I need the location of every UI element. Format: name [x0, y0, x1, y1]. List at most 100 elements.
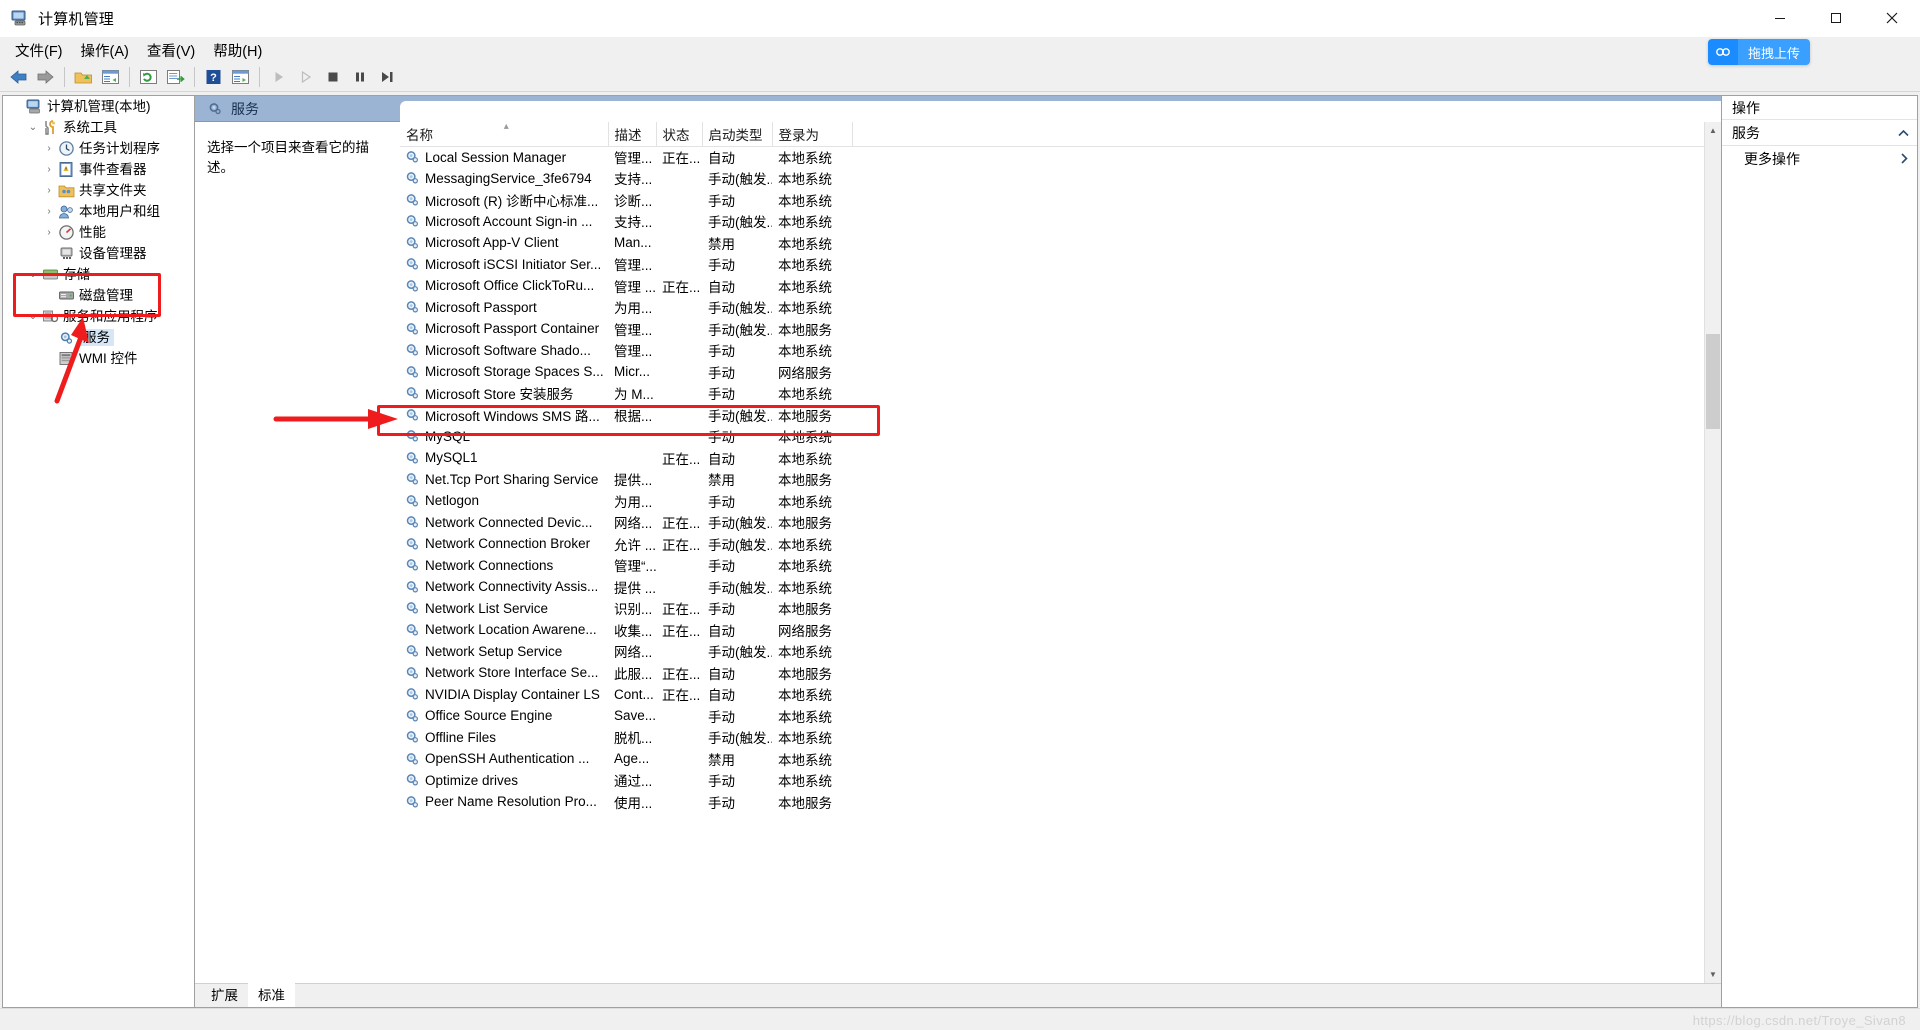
show-hide-console-tree-button[interactable]: [98, 65, 123, 90]
menu-action[interactable]: 操作(A): [72, 37, 138, 64]
tree-item-8[interactable]: ⌄ 存储: [3, 264, 194, 285]
scroll-up-arrow[interactable]: ▲: [1705, 122, 1721, 139]
table-row[interactable]: Microsoft Store 安装服务 为 M... 手动 本地系统: [400, 383, 1721, 405]
cell-filler: [852, 727, 1721, 749]
back-button[interactable]: [6, 65, 31, 90]
maximize-button[interactable]: [1808, 0, 1864, 37]
table-row[interactable]: Microsoft Passport 为用... 手动(触发... 本地系统: [400, 297, 1721, 319]
table-row[interactable]: Microsoft App-V Client Man... 禁用 本地系统: [400, 232, 1721, 254]
scroll-thumb[interactable]: [1706, 334, 1720, 429]
tree-item-12[interactable]: WMI 控件: [3, 348, 194, 369]
table-row[interactable]: Microsoft Windows SMS 路... 根据... 手动(触发... 本…: [400, 404, 1721, 426]
export-list-button[interactable]: [163, 65, 188, 90]
table-row[interactable]: Network Connectivity Assis... 提供 ... 手动(触发…: [400, 576, 1721, 598]
expander-icon[interactable]: ›: [41, 225, 57, 241]
close-button[interactable]: [1864, 0, 1920, 37]
table-row[interactable]: Local Session Manager 管理... 正在... 自动 本地系统: [400, 146, 1721, 168]
resume-service-button[interactable]: [293, 65, 318, 90]
chevron-up-icon[interactable]: [1898, 125, 1909, 141]
console-tree[interactable]: 计算机管理(本地) ⌄ 系统工具 › 任务计划程序 › 事件查看器 › 共享文件夹 › 本地用户和组…: [2, 95, 195, 1008]
menu-view[interactable]: 查看(V): [138, 37, 204, 64]
tree-item-1[interactable]: ⌄ 系统工具: [3, 117, 194, 138]
table-row[interactable]: Peer Name Resolution Pro... 使用... 手动 本地服务: [400, 791, 1721, 813]
expander-icon[interactable]: ›: [41, 162, 57, 178]
table-row[interactable]: NVIDIA Display Container LS Cont... 正在... 自…: [400, 684, 1721, 706]
minimize-button[interactable]: [1752, 0, 1808, 37]
cell-description: 管理...: [614, 322, 653, 338]
expander-icon[interactable]: ⌄: [25, 120, 41, 136]
actions-group-services[interactable]: 服务: [1722, 120, 1917, 146]
actions-item-more-actions[interactable]: 更多操作: [1722, 146, 1917, 172]
pause-service-button[interactable]: [347, 65, 372, 90]
table-row[interactable]: Microsoft Passport Container 管理... 手动(触发..…: [400, 318, 1721, 340]
help-button[interactable]: ?: [201, 65, 226, 90]
cell-startup-type: 自动: [708, 451, 735, 467]
refresh-button[interactable]: [136, 65, 161, 90]
table-row[interactable]: Network Connections 管理“... 手动 本地系统: [400, 555, 1721, 577]
service-name-wrapper: Microsoft Passport: [404, 299, 602, 315]
tree-item-11[interactable]: 服务: [3, 327, 194, 348]
expander-icon[interactable]: ⌄: [25, 309, 41, 325]
table-row[interactable]: Microsoft Office ClickToRu... 管理 ... 正在...…: [400, 275, 1721, 297]
cell-service-name: MySQL: [400, 426, 608, 448]
column-header-logon-as[interactable]: 登录为: [772, 122, 853, 147]
service-name-wrapper: Microsoft App-V Client: [404, 235, 602, 251]
column-header-name[interactable]: 名称: [400, 121, 609, 147]
cell-description: 管理 ...: [614, 279, 656, 295]
services-vertical-scrollbar[interactable]: ▲ ▼: [1704, 122, 1721, 983]
table-row[interactable]: Office Source Engine Save... 手动 本地系统: [400, 705, 1721, 727]
expander-icon[interactable]: ›: [41, 204, 57, 220]
table-row[interactable]: Microsoft (R) 诊断中心标准... 诊断... 手动 本地系统: [400, 189, 1721, 211]
show-hide-action-pane-button[interactable]: [228, 65, 253, 90]
column-header-startup-type[interactable]: 启动类型: [702, 122, 773, 147]
tree-item-5[interactable]: › 本地用户和组: [3, 201, 194, 222]
table-row[interactable]: Net.Tcp Port Sharing Service 提供... 禁用 本地服务: [400, 469, 1721, 491]
cell-status: [656, 404, 702, 426]
table-row[interactable]: Optimize drives 通过... 手动 本地系统: [400, 770, 1721, 792]
menu-file[interactable]: 文件(F): [6, 37, 72, 64]
expander-icon[interactable]: ›: [41, 141, 57, 157]
table-row[interactable]: MySQL 手动 本地系统: [400, 426, 1721, 448]
table-row[interactable]: Network Store Interface Se... 此服... 正在... 自…: [400, 662, 1721, 684]
stop-service-button[interactable]: [320, 65, 345, 90]
start-service-button[interactable]: [266, 65, 291, 90]
table-row[interactable]: Network Connected Devic... 网络... 正在... 手动(触…: [400, 512, 1721, 534]
table-row[interactable]: Microsoft Storage Spaces S... Micr... 手动 网络…: [400, 361, 1721, 383]
table-row[interactable]: Microsoft Software Shado... 管理... 手动 本地系统: [400, 340, 1721, 362]
tree-item-10[interactable]: ⌄ 服务和应用程序: [3, 306, 194, 327]
column-header-description[interactable]: 描述: [608, 122, 657, 147]
drag-upload-pill[interactable]: 拖拽上传: [1707, 39, 1810, 65]
table-row[interactable]: Network List Service 识别... 正在... 手动 本地服务: [400, 598, 1721, 620]
table-row[interactable]: MessagingService_3fe6794 支持... 手动(触发... 本地系…: [400, 168, 1721, 190]
tree-item-2[interactable]: › 任务计划程序: [3, 138, 194, 159]
menu-help[interactable]: 帮助(H): [204, 37, 271, 64]
tree-item-4[interactable]: › 共享文件夹: [3, 180, 194, 201]
chevron-right-icon[interactable]: [1900, 151, 1909, 167]
tree-item-7[interactable]: 设备管理器: [3, 243, 194, 264]
tree-item-6[interactable]: › 性能: [3, 222, 194, 243]
scroll-track[interactable]: [1705, 139, 1721, 966]
table-row[interactable]: OpenSSH Authentication ... Age... 禁用 本地系统: [400, 748, 1721, 770]
table-row[interactable]: Microsoft Account Sign-in ... 支持... 手动(触发.…: [400, 211, 1721, 233]
tree-item-9[interactable]: 磁盘管理: [3, 285, 194, 306]
table-row[interactable]: Netlogon 为用... 手动 本地系统: [400, 490, 1721, 512]
table-row[interactable]: Network Connection Broker 允许 ... 正在... 手动(触…: [400, 533, 1721, 555]
table-row[interactable]: Network Setup Service 网络... 手动(触发... 本地系统: [400, 641, 1721, 663]
table-row[interactable]: Network Location Awarene... 收集... 正在... 自动 网…: [400, 619, 1721, 641]
tree-item-0[interactable]: 计算机管理(本地): [3, 96, 194, 117]
forward-button[interactable]: [33, 65, 58, 90]
column-header-status[interactable]: 状态: [656, 122, 703, 147]
table-row[interactable]: MySQL1 正在... 自动 本地系统: [400, 447, 1721, 469]
tab-standard[interactable]: 标准: [248, 982, 295, 1007]
expander-icon[interactable]: ›: [41, 183, 57, 199]
expander-icon[interactable]: ⌄: [25, 267, 41, 283]
up-one-level-button[interactable]: [71, 65, 96, 90]
services-list-pane[interactable]: 名称 描述 状态 启动类型 登录为 Local Session Manager 管…: [400, 121, 1721, 983]
scroll-down-arrow[interactable]: ▼: [1705, 966, 1721, 983]
tab-extended[interactable]: 扩展: [201, 982, 248, 1007]
table-row[interactable]: Microsoft iSCSI Initiator Ser... 管理... 手动 本…: [400, 254, 1721, 276]
tree-item-3[interactable]: › 事件查看器: [3, 159, 194, 180]
table-row[interactable]: Offline Files 脱机... 手动(触发... 本地系统: [400, 727, 1721, 749]
watermark-text: https://blog.csdn.net/Troye_Sivan8: [1692, 1013, 1906, 1028]
restart-service-button[interactable]: [374, 65, 399, 90]
